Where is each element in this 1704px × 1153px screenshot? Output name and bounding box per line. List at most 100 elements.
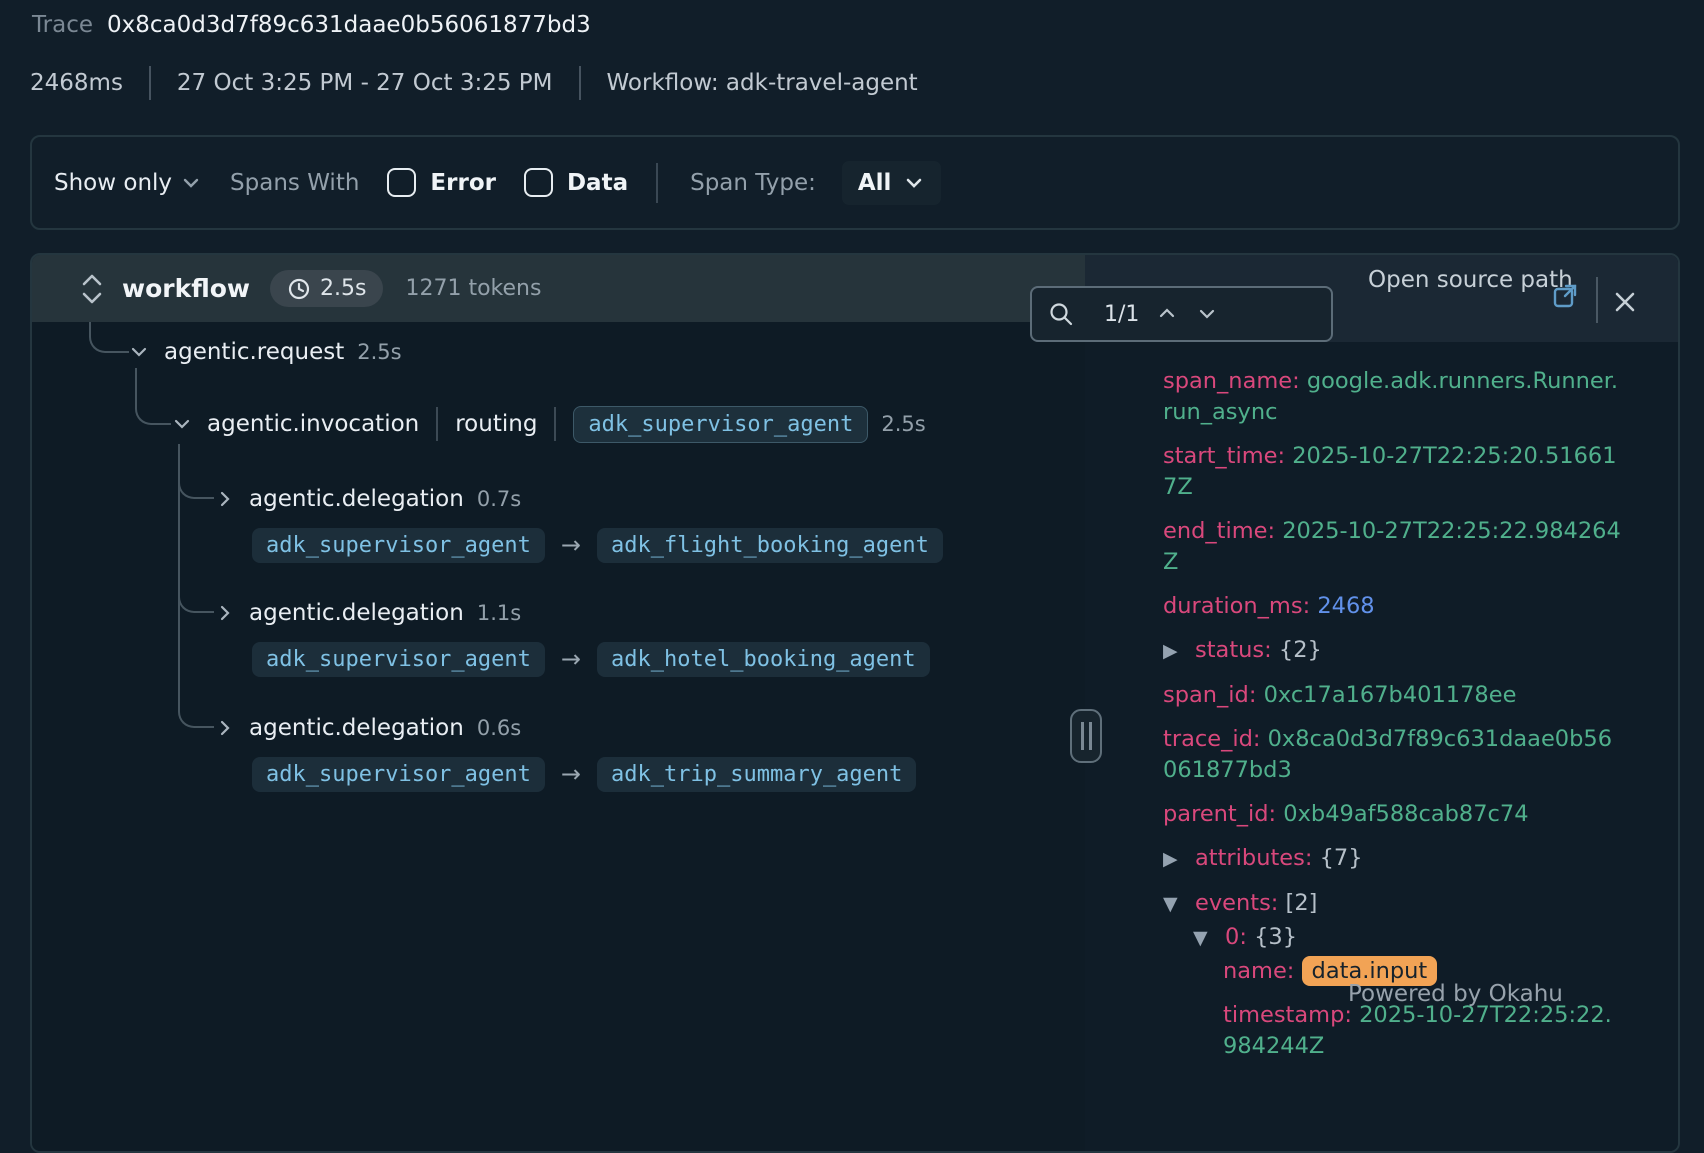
span-duration: 2.5s <box>881 412 925 436</box>
span-label: agentic.request <box>164 339 344 365</box>
divider <box>554 407 556 441</box>
collapsed-triangle-icon[interactable]: ▶ <box>1163 636 1195 667</box>
arrow-right-icon: → <box>561 531 581 559</box>
detail-header: 1/1 Open source path <box>1085 255 1678 342</box>
detail-row: parent_id: 0xb49af588cab87c74 <box>1163 799 1623 830</box>
json-key: span_id: <box>1163 682 1256 708</box>
span-label: agentic.delegation <box>249 600 464 626</box>
json-key: attributes: <box>1195 845 1312 871</box>
detail-row: duration_ms: 2468 <box>1163 591 1623 622</box>
filter-bar: Show only Spans With Error Data Span Typ… <box>30 135 1680 230</box>
duration-pill: 2.5s <box>270 270 383 307</box>
chevron-right-icon[interactable] <box>214 602 236 624</box>
expand-collapse-all-icon[interactable] <box>78 271 106 307</box>
json-key: duration_ms: <box>1163 593 1310 619</box>
external-link-icon[interactable] <box>1550 281 1580 311</box>
span-detail-json: span_name: google.adk.runners.Runner.run… <box>1085 342 1678 1075</box>
json-key: start_time: <box>1163 443 1285 469</box>
span-tree-panel: workflow 2.5s 1271 tokens agentic.reques… <box>32 255 1085 1151</box>
arrow-right-icon: → <box>561 645 581 673</box>
trace-time-range: 27 Oct 3:25 PM - 27 Oct 3:25 PM <box>177 70 553 96</box>
json-value: {3} <box>1254 924 1297 950</box>
span-row-invocation[interactable]: agentic.invocation routing adk_superviso… <box>170 404 926 444</box>
trace-id-value: 0x8ca0d3d7f89c631daae0b56061877bd3 <box>107 12 591 38</box>
agent-tag[interactable]: adk_supervisor_agent <box>573 406 868 443</box>
arrow-right-icon: → <box>561 760 581 788</box>
span-row-delegation[interactable]: agentic.delegation 1.1s <box>214 593 521 633</box>
json-key: end_time: <box>1163 518 1275 544</box>
chevron-down-icon[interactable] <box>1195 302 1219 326</box>
spans-with-label: Spans With <box>230 170 359 196</box>
tree-connector <box>89 322 129 353</box>
detail-row: span_name: google.adk.runners.Runner.run… <box>1163 366 1623 428</box>
json-value: {7} <box>1320 845 1363 871</box>
data-checkbox[interactable] <box>524 168 553 197</box>
json-key: events: <box>1195 890 1278 916</box>
trace-title: Trace 0x8ca0d3d7f89c631daae0b56061877bd3 <box>32 12 591 38</box>
divider <box>1596 277 1598 323</box>
span-row-delegation[interactable]: agentic.delegation 0.7s <box>214 479 521 519</box>
divider <box>656 163 658 203</box>
json-key: 0: <box>1225 924 1247 950</box>
agent-tag[interactable]: adk_trip_summary_agent <box>597 757 916 792</box>
trace-label: Trace <box>32 12 93 38</box>
detail-search[interactable]: 1/1 <box>1030 286 1333 342</box>
workflow-duration: 2.5s <box>320 276 366 301</box>
span-label: agentic.delegation <box>249 715 464 741</box>
json-value: {2} <box>1279 637 1322 663</box>
detail-row: ▶attributes: {7} <box>1163 843 1623 875</box>
detail-row: span_id: 0xc17a167b401178ee <box>1163 680 1623 711</box>
delegation-agents: adk_supervisor_agent → adk_trip_summary_… <box>252 754 916 794</box>
chevron-right-icon[interactable] <box>214 488 236 510</box>
expanded-triangle-icon[interactable]: ▼ <box>1163 889 1195 920</box>
agent-tag[interactable]: adk_supervisor_agent <box>252 642 545 677</box>
close-icon[interactable] <box>1611 288 1639 316</box>
agent-tag[interactable]: adk_supervisor_agent <box>252 757 545 792</box>
agent-tag[interactable]: adk_hotel_booking_agent <box>597 642 930 677</box>
span-row-request[interactable]: agentic.request 2.5s <box>127 332 402 372</box>
powered-by-watermark: Powered by Okahu <box>1348 981 1563 1007</box>
json-value: 2468 <box>1317 593 1374 619</box>
error-checkbox[interactable] <box>387 168 416 197</box>
divider <box>579 66 581 100</box>
span-type-value: All <box>858 170 892 196</box>
agent-tag[interactable]: adk_supervisor_agent <box>252 528 545 563</box>
json-key: parent_id: <box>1163 801 1276 827</box>
expanded-triangle-icon[interactable]: ▼ <box>1193 923 1225 954</box>
show-only-dropdown[interactable]: Show only <box>54 170 202 196</box>
workflow-title: workflow <box>122 274 250 303</box>
tree-connector <box>178 444 214 728</box>
panel-resize-handle[interactable] <box>1070 709 1102 763</box>
span-duration: 0.6s <box>477 716 521 740</box>
span-type-select[interactable]: All <box>842 161 942 205</box>
trace-meta: 2468ms 27 Oct 3:25 PM - 27 Oct 3:25 PM W… <box>30 66 918 100</box>
chevron-up-icon[interactable] <box>1155 302 1179 326</box>
trace-duration: 2468ms <box>30 70 123 96</box>
token-count: 1271 tokens <box>405 276 541 301</box>
chevron-down-icon[interactable] <box>170 412 194 436</box>
chevron-down-icon[interactable] <box>127 340 151 364</box>
tree-connector <box>135 368 171 425</box>
json-key: trace_id: <box>1163 726 1260 752</box>
json-value: 0xc17a167b401178ee <box>1264 682 1517 708</box>
data-checkbox-label: Data <box>567 170 628 196</box>
json-key: status: <box>1195 637 1272 663</box>
collapsed-triangle-icon[interactable]: ▶ <box>1163 844 1195 875</box>
detail-row: ▶status: {2} <box>1163 635 1623 667</box>
agent-tag[interactable]: adk_flight_booking_agent <box>597 528 943 563</box>
trace-workflow-name: Workflow: adk-travel-agent <box>607 70 918 96</box>
divider <box>436 407 438 441</box>
detail-row: end_time: 2025-10-27T22:25:22.984264Z <box>1163 516 1623 578</box>
detail-row: ▼0: {3} <box>1163 922 1623 954</box>
detail-row: start_time: 2025-10-27T22:25:20.516617Z <box>1163 441 1623 503</box>
json-key: timestamp: <box>1223 1002 1352 1028</box>
chevron-down-icon <box>903 172 925 194</box>
open-source-path-link[interactable]: Open source path <box>1368 263 1578 298</box>
span-row-delegation[interactable]: agentic.delegation 0.6s <box>214 708 521 748</box>
chevron-down-icon <box>180 172 202 194</box>
trace-viewer: workflow 2.5s 1271 tokens agentic.reques… <box>30 253 1680 1153</box>
detail-row: trace_id: 0x8ca0d3d7f89c631daae0b5606187… <box>1163 724 1623 786</box>
chevron-right-icon[interactable] <box>214 717 236 739</box>
json-key: name: <box>1223 958 1294 984</box>
search-match-count: 1/1 <box>1104 302 1139 327</box>
